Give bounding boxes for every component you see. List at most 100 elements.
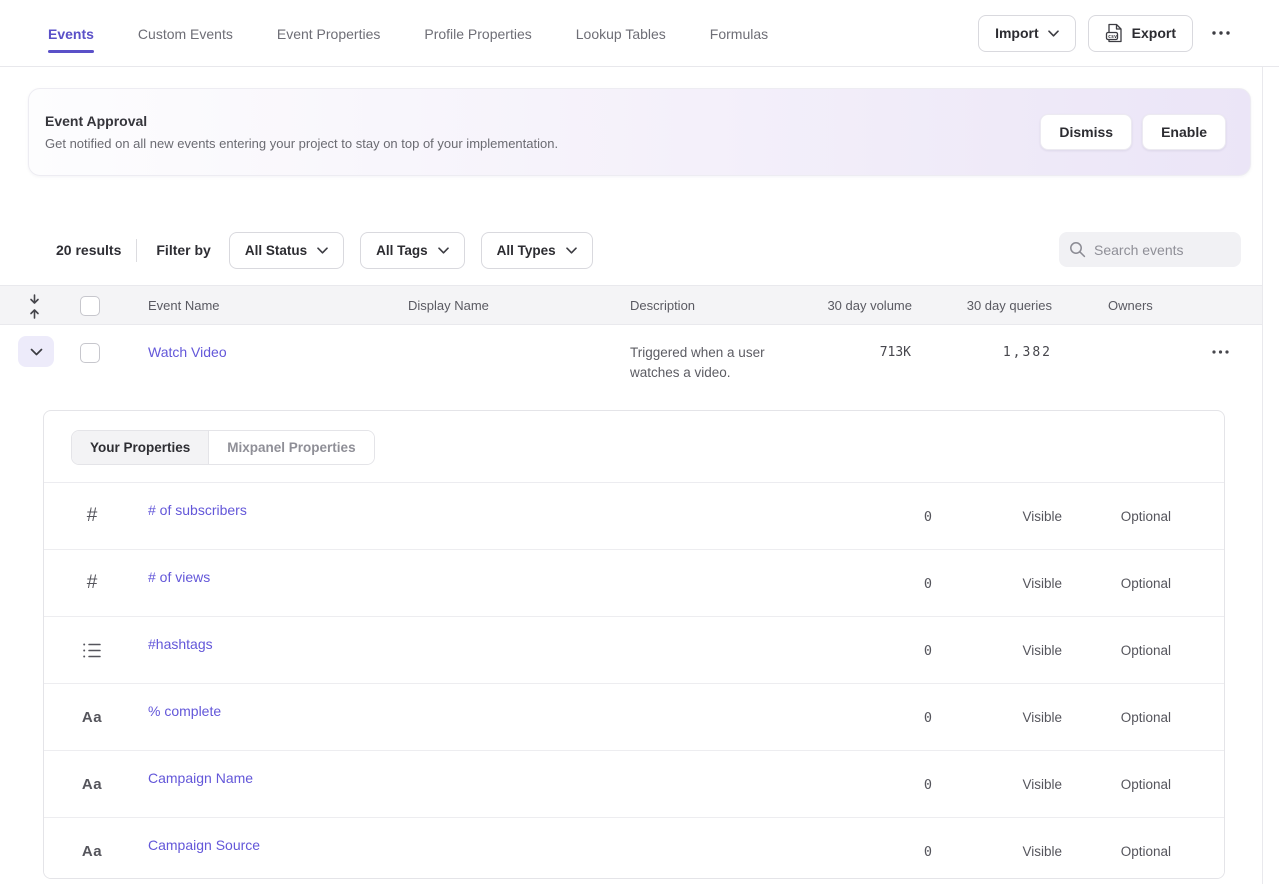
types-filter-dropdown[interactable]: All Types [481, 232, 593, 269]
active-tab-underline [48, 50, 94, 53]
property-link[interactable]: % complete [148, 703, 221, 719]
property-row: Aa Campaign Source 0 Visible Optional [44, 818, 1224, 879]
property-visibility: Visible [1022, 844, 1062, 859]
tab-event-properties-label: Event Properties [277, 26, 381, 42]
more-options-button[interactable] [1205, 17, 1237, 49]
property-visibility: Visible [1022, 710, 1062, 725]
text-type-icon: Aa [77, 751, 107, 817]
chevron-down-icon [317, 247, 328, 254]
property-row: # # of views 0 Visible Optional [44, 550, 1224, 617]
event-row-watch-video: Watch Video Triggered when a user watche… [0, 326, 1262, 388]
header-30-day-queries: 30 day queries [967, 298, 1052, 313]
property-count: 0 [924, 710, 932, 726]
property-requirement: Optional [1121, 844, 1171, 859]
property-link[interactable]: Campaign Source [148, 837, 260, 853]
text-type-icon: Aa [77, 818, 107, 879]
results-count: 20 results [56, 242, 121, 258]
banner-actions: Dismiss Enable [1040, 114, 1226, 150]
number-type-icon: # [77, 550, 107, 616]
status-filter-label: All Status [245, 243, 307, 258]
tab-profile-properties-label: Profile Properties [424, 26, 531, 42]
search-icon [1069, 241, 1086, 258]
select-all-checkbox[interactable] [80, 296, 100, 316]
csv-file-icon: csv [1105, 23, 1123, 43]
collapse-all-button[interactable] [27, 294, 42, 319]
property-link[interactable]: # of views [148, 569, 210, 585]
property-row: Aa % complete 0 Visible Optional [44, 684, 1224, 751]
banner-title: Event Approval [45, 113, 558, 129]
search-box [1059, 232, 1241, 267]
collapse-row-button[interactable] [18, 336, 54, 367]
header-owners: Owners [1108, 298, 1153, 313]
property-link[interactable]: #hashtags [148, 636, 213, 652]
row-checkbox[interactable] [80, 343, 100, 363]
number-type-icon: # [77, 483, 107, 549]
search-input[interactable] [1094, 242, 1231, 258]
chevron-down-icon [1048, 30, 1059, 37]
export-button[interactable]: csv Export [1088, 15, 1193, 52]
events-table-header: Event Name Display Name Description 30 d… [0, 285, 1262, 325]
enable-button[interactable]: Enable [1142, 114, 1226, 150]
header-display-name: Display Name [408, 298, 489, 313]
list-type-icon [77, 617, 107, 683]
tab-custom-events[interactable]: Custom Events [138, 14, 233, 53]
banner-text: Event Approval Get notified on all new e… [45, 113, 558, 151]
property-link[interactable]: # of subscribers [148, 502, 247, 518]
property-visibility: Visible [1022, 643, 1062, 658]
top-navigation: Events Custom Events Event Properties Pr… [0, 0, 1279, 67]
types-filter-label: All Types [497, 243, 556, 258]
chevron-down-icon [30, 348, 43, 356]
property-requirement: Optional [1121, 509, 1171, 524]
filter-by-label: Filter by [156, 242, 210, 258]
property-requirement: Optional [1121, 576, 1171, 591]
event-description: Triggered when a user watches a video. [630, 343, 792, 383]
status-filter-dropdown[interactable]: All Status [229, 232, 344, 269]
property-visibility: Visible [1022, 777, 1062, 792]
event-approval-banner: Event Approval Get notified on all new e… [28, 88, 1251, 176]
event-name-link[interactable]: Watch Video [148, 344, 227, 360]
tab-event-properties[interactable]: Event Properties [277, 14, 381, 53]
property-visibility: Visible [1022, 576, 1062, 591]
banner-subtitle: Get notified on all new events entering … [45, 136, 558, 151]
tab-lookup-tables[interactable]: Lookup Tables [576, 14, 666, 53]
property-count: 0 [924, 576, 932, 592]
ellipsis-icon [1212, 31, 1230, 35]
property-rows: # # of subscribers 0 Visible Optional # … [44, 483, 1224, 879]
tab-profile-properties[interactable]: Profile Properties [424, 14, 531, 53]
tab-mixpanel-properties[interactable]: Mixpanel Properties [209, 431, 373, 464]
tab-lookup-tables-label: Lookup Tables [576, 26, 666, 42]
event-30-day-queries: 1,382 [1003, 345, 1052, 360]
svg-text:csv: csv [1108, 34, 1117, 40]
tab-events[interactable]: Events [48, 14, 94, 53]
tab-formulas-label: Formulas [710, 26, 768, 42]
tab-your-properties[interactable]: Your Properties [72, 431, 209, 464]
property-count: 0 [924, 643, 932, 659]
property-visibility: Visible [1022, 509, 1062, 524]
tab-formulas[interactable]: Formulas [710, 14, 768, 53]
divider [136, 239, 137, 262]
property-row: Aa Campaign Name 0 Visible Optional [44, 751, 1224, 818]
event-properties-panel: Your Properties Mixpanel Properties # # … [43, 410, 1225, 879]
tags-filter-dropdown[interactable]: All Tags [360, 232, 465, 269]
header-description: Description [630, 298, 695, 313]
import-button-label: Import [995, 25, 1039, 41]
property-count: 0 [924, 509, 932, 525]
lexicon-events-page: Events Custom Events Event Properties Pr… [0, 0, 1279, 884]
row-actions-button[interactable] [1206, 338, 1234, 366]
nav-tabs: Events Custom Events Event Properties Pr… [48, 14, 768, 53]
import-button[interactable]: Import [978, 15, 1076, 52]
collapse-rows-icon [27, 294, 42, 319]
tab-events-label: Events [48, 26, 94, 42]
properties-tab-control: Your Properties Mixpanel Properties [71, 430, 375, 465]
chevron-down-icon [438, 247, 449, 254]
property-link[interactable]: Campaign Name [148, 770, 253, 786]
text-type-icon: Aa [77, 684, 107, 750]
dismiss-button[interactable]: Dismiss [1040, 114, 1132, 150]
property-requirement: Optional [1121, 710, 1171, 725]
export-button-label: Export [1132, 25, 1176, 41]
property-row: #hashtags 0 Visible Optional [44, 617, 1224, 684]
header-30-day-volume: 30 day volume [827, 298, 912, 313]
property-row: # # of subscribers 0 Visible Optional [44, 483, 1224, 550]
tab-custom-events-label: Custom Events [138, 26, 233, 42]
chevron-down-icon [566, 247, 577, 254]
